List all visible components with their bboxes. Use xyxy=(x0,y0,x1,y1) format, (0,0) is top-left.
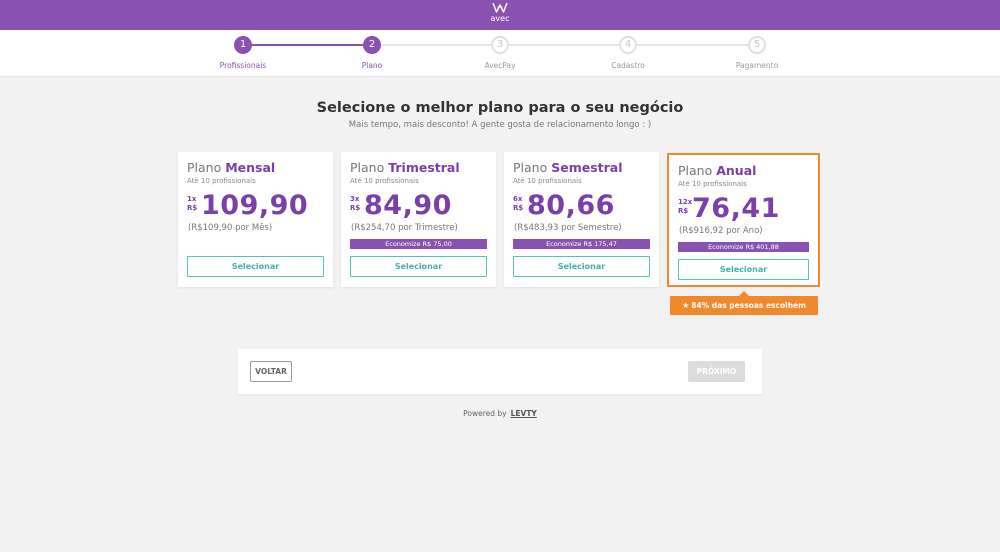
avec-logo: avec xyxy=(485,2,515,28)
step-number: 4 xyxy=(619,36,637,54)
price-value: 80,66 xyxy=(527,190,615,221)
plan-title-prefix: Plano xyxy=(513,160,548,175)
plan-card-mensal: Plano Mensal Até 10 profissionais 1x R$ … xyxy=(178,152,333,287)
savings-badge: Economize R$ 401,88 xyxy=(678,242,809,252)
price-value: 84,90 xyxy=(364,190,452,221)
plan-card-anual: Plano Anual Até 10 profissionais 12x R$ … xyxy=(667,153,820,287)
currency: R$ xyxy=(513,204,524,212)
step-cadastro: 4 Cadastro xyxy=(568,36,688,70)
levty-link[interactable]: LEVTY xyxy=(511,409,537,418)
logo-text: avec xyxy=(490,14,510,23)
savings-badge: Economize R$ 75,00 xyxy=(350,239,487,249)
currency: R$ xyxy=(678,207,689,215)
price-prefix: 6x R$ xyxy=(513,195,523,213)
next-button[interactable]: PRÓXIMO xyxy=(688,361,745,382)
price-row: 6x R$ 80,66 xyxy=(513,190,650,222)
back-button[interactable]: VOLTAR xyxy=(250,361,292,382)
price-period: (R$254,70 por Trimestre) xyxy=(351,223,458,233)
progress-steps: 1 Profissionais 2 Plano 3 AvecPay 4 Cada… xyxy=(0,30,1000,77)
currency: R$ xyxy=(350,204,361,212)
plan-limit: Até 10 profissionais xyxy=(350,177,419,185)
popular-badge: ★ 84% das pessoas escolhem xyxy=(670,296,818,315)
plan-card-trimestral: Plano Trimestral Até 10 profissionais 3x… xyxy=(341,152,496,287)
plan-card-semestral: Plano Semestral Até 10 profissionais 6x … xyxy=(504,152,659,287)
price-period: (R$483,93 por Semestre) xyxy=(514,223,622,233)
select-anual-button[interactable]: Selecionar xyxy=(678,259,809,280)
plan-name: Semestral xyxy=(551,160,623,175)
plan-name: Mensal xyxy=(225,160,276,175)
step-label: Pagamento xyxy=(735,61,779,70)
top-bar: avec xyxy=(0,0,1000,30)
select-semestral-button[interactable]: Selecionar xyxy=(513,256,650,277)
price-prefix: 12x R$ xyxy=(678,198,692,216)
footer: Powered by LEVTY xyxy=(0,409,1000,418)
step-profissionais[interactable]: 1 Profissionais xyxy=(183,36,303,70)
step-navigation: VOLTAR PRÓXIMO xyxy=(238,349,762,394)
plan-limit: Até 10 profissionais xyxy=(187,177,256,185)
select-trimestral-button[interactable]: Selecionar xyxy=(350,256,487,277)
avec-logo-mark-icon xyxy=(492,2,508,13)
price-row: 1x R$ 109,90 xyxy=(187,190,324,222)
step-pagamento: 5 Pagamento xyxy=(697,36,817,70)
currency: R$ xyxy=(187,204,198,212)
step-number: 2 xyxy=(363,36,381,54)
price-row: 12x R$ 76,41 xyxy=(678,193,809,225)
plan-title-prefix: Plano xyxy=(187,160,222,175)
price-period: (R$916,92 por Ano) xyxy=(679,226,763,236)
page-subtitle: Mais tempo, mais desconto! A gente gosta… xyxy=(348,120,652,130)
price-prefix: 3x R$ xyxy=(350,195,360,213)
plan-limit: Até 10 profissionais xyxy=(513,177,582,185)
step-number: 1 xyxy=(234,36,252,54)
price-value: 109,90 xyxy=(201,190,309,221)
price-value: 76,41 xyxy=(692,193,780,224)
step-number: 3 xyxy=(491,36,509,54)
plan-name: Anual xyxy=(716,163,757,178)
installments: 3x xyxy=(350,195,360,203)
powered-by-text: Powered by xyxy=(463,409,507,418)
select-mensal-button[interactable]: Selecionar xyxy=(187,256,324,277)
plan-title: Plano Semestral xyxy=(513,161,650,175)
popular-text: 84% das pessoas escolhem xyxy=(691,301,806,310)
plan-title-prefix: Plano xyxy=(678,163,713,178)
installments: 12x xyxy=(678,198,693,206)
page-title: Selecione o melhor plano para o seu negó… xyxy=(316,100,684,116)
installments: 1x xyxy=(187,195,197,203)
step-avecpay: 3 AvecPay xyxy=(440,36,560,70)
plan-title-prefix: Plano xyxy=(350,160,385,175)
plan-name: Trimestral xyxy=(388,160,460,175)
savings-spacer xyxy=(187,239,324,249)
savings-badge: Economize R$ 175,47 xyxy=(513,239,650,249)
plan-title: Plano Anual xyxy=(678,164,809,178)
plan-title: Plano Mensal xyxy=(187,161,324,175)
step-label: AvecPay xyxy=(484,61,516,70)
step-label: Plano xyxy=(361,61,383,70)
price-period: (R$109,90 por Mês) xyxy=(188,223,273,233)
plan-limit: Até 10 profissionais xyxy=(678,180,747,188)
plan-title: Plano Trimestral xyxy=(350,161,487,175)
price-prefix: 1x R$ xyxy=(187,195,197,213)
step-label: Cadastro xyxy=(611,61,645,70)
step-number: 5 xyxy=(748,36,766,54)
step-plano[interactable]: 2 Plano xyxy=(312,36,432,70)
step-label: Profissionais xyxy=(219,61,267,70)
star-icon: ★ xyxy=(682,301,690,310)
price-row: 3x R$ 84,90 xyxy=(350,190,487,222)
installments: 6x xyxy=(513,195,523,203)
